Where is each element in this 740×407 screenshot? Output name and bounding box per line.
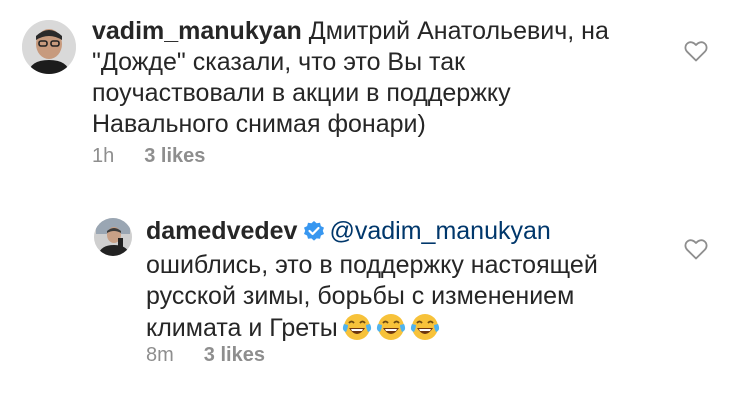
comment-1: vadim_manukyan Дмитрий Анатольевич, на "… [0, 0, 740, 180]
comment-likes[interactable]: 3 likes [204, 344, 265, 367]
like-button[interactable] [684, 40, 708, 62]
laughing-crying-emoji-icon [376, 312, 406, 350]
user-photo-icon [22, 20, 76, 74]
verified-badge-icon [303, 219, 325, 250]
comment-line: ошиблись, это в поддержку настоящей [146, 251, 598, 279]
comment-line: Дмитрий Анатольевич, на [308, 17, 609, 45]
comment-line: климата и Греты [146, 314, 338, 342]
comment-text: damedvedev @vadim_manukyan ошиблись, это … [146, 216, 676, 350]
mention-link[interactable]: @vadim_manukyan [329, 217, 550, 245]
comment-line: русской зимы, борьбы с изменением [146, 282, 575, 310]
comment-time: 8m [146, 344, 174, 366]
comment-username[interactable]: vadim_manukyan [92, 17, 302, 45]
comment-text: vadim_manukyan Дмитрий Анатольевич, на "… [92, 16, 682, 140]
like-button[interactable] [684, 238, 708, 260]
laughing-crying-emoji-icon [410, 312, 440, 350]
comment-username[interactable]: damedvedev [146, 217, 297, 245]
comment-line: Навального снимая фонари) [92, 110, 426, 138]
comment-line: поучаствовали в акции в поддержку [92, 79, 511, 107]
comment-reply: damedvedev @vadim_manukyan ошиблись, это … [0, 200, 740, 407]
comment-line: "Дожде" сказали, что это Вы так [92, 48, 466, 76]
laughing-crying-emoji-icon [342, 312, 372, 350]
heart-outline-icon [684, 41, 708, 62]
heart-outline-icon [684, 239, 708, 260]
avatar[interactable] [22, 20, 76, 74]
comment-likes[interactable]: 3 likes [144, 145, 205, 168]
comment-time: 1h [92, 145, 115, 167]
user-photo-icon [94, 218, 132, 256]
avatar[interactable] [94, 218, 132, 256]
